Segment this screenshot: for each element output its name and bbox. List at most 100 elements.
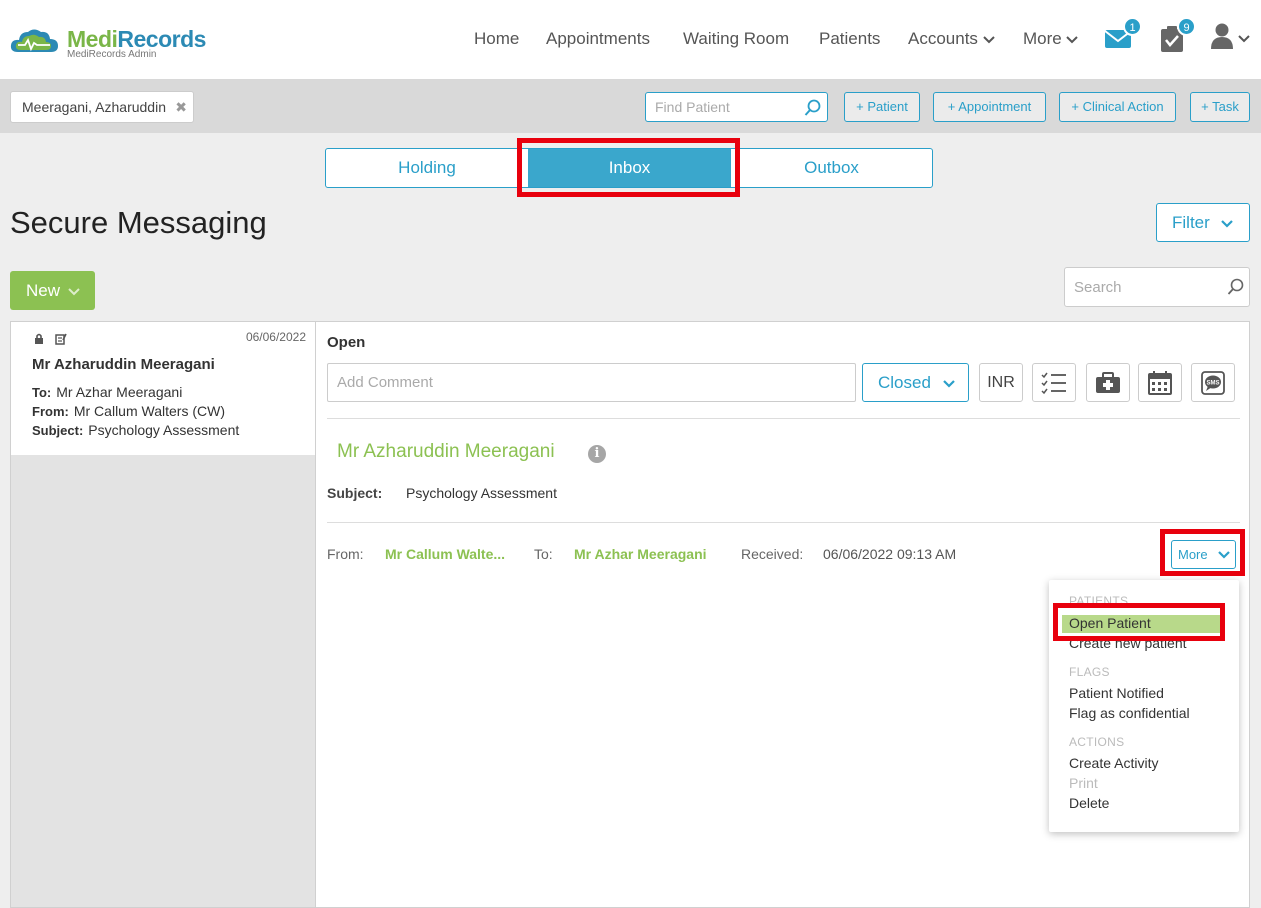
- message-more-button[interactable]: More: [1171, 540, 1236, 569]
- svg-text:SMS: SMS: [1206, 381, 1219, 387]
- nav-more-label: More: [1023, 29, 1062, 48]
- detail-to-label: To:: [534, 546, 553, 562]
- cloud-logo-icon: [10, 29, 58, 52]
- top-navbar: MediRecords MediRecords Admin Home Appoi…: [0, 0, 1261, 80]
- message-date: 06/06/2022: [245, 330, 306, 344]
- detail-received-label: Received:: [741, 546, 804, 562]
- to-value: Mr Azhar Meeragani: [56, 384, 183, 400]
- message-list-item[interactable]: 06/06/2022 Mr Azharuddin Meeragani To: Mr…: [11, 322, 316, 455]
- user-menu-button[interactable]: [1210, 22, 1252, 52]
- nav-patients[interactable]: Patients: [819, 29, 880, 49]
- inr-button[interactable]: INR: [979, 363, 1023, 402]
- chevron-down-icon: [942, 380, 955, 388]
- chevron-down-icon: [1220, 220, 1233, 228]
- calendar-button[interactable]: [1138, 363, 1182, 402]
- nav-accounts[interactable]: Accounts: [908, 29, 995, 49]
- open-patient-tab-label: Meeragani, Azharuddin: [22, 99, 166, 115]
- detail-from-label: From:: [327, 546, 364, 562]
- detail-subject-value: Psychology Assessment: [406, 485, 557, 501]
- brand-subtitle: MediRecords Admin: [67, 49, 157, 60]
- tab-holding[interactable]: Holding: [326, 149, 528, 187]
- checklist-icon: [1041, 372, 1066, 395]
- detail-from-value[interactable]: Mr Callum Walte...: [385, 546, 505, 562]
- chevron-down-icon: [982, 36, 995, 44]
- message-from-line: From: Mr Callum Walters (CW): [32, 403, 225, 419]
- filter-button[interactable]: Filter: [1156, 203, 1250, 242]
- medical-kit-button[interactable]: [1086, 363, 1130, 402]
- closed-status-button[interactable]: Closed: [862, 363, 969, 402]
- find-patient-placeholder: Find Patient: [655, 99, 730, 115]
- lock-icon: [35, 333, 43, 344]
- add-task-button[interactable]: + Task: [1190, 92, 1250, 122]
- checklist-button[interactable]: [1032, 363, 1076, 402]
- detail-divider: [327, 522, 1240, 523]
- menu-patient-notified[interactable]: Patient Notified: [1069, 685, 1164, 701]
- find-patient-input[interactable]: Find Patient: [645, 92, 828, 122]
- nav-appointments[interactable]: Appointments: [546, 29, 650, 49]
- subject-label: Subject:: [32, 423, 84, 438]
- chevron-down-icon: [1238, 35, 1250, 43]
- chevron-down-icon: [68, 288, 80, 296]
- more-label: More: [1178, 547, 1208, 562]
- tasks-nav-button[interactable]: 9: [1158, 17, 1196, 52]
- closed-label: Closed: [878, 373, 931, 392]
- medical-kit-icon: [1096, 372, 1120, 393]
- message-folder-tabs: Holding Inbox Outbox: [325, 148, 933, 188]
- add-clinical-action-button[interactable]: + Clinical Action: [1059, 92, 1176, 122]
- detail-received-value: 06/06/2022 09:13 AM: [823, 546, 957, 562]
- message-to-line: To: Mr Azhar Meeragani: [32, 384, 182, 400]
- new-label: New: [26, 281, 61, 300]
- mail-count-badge: 1: [1123, 17, 1142, 36]
- menu-create-new-patient[interactable]: Create new patient: [1069, 635, 1187, 651]
- to-label: To:: [32, 385, 52, 400]
- more-dropdown-menu: PATIENTS Open Patient Create new patient…: [1049, 580, 1239, 832]
- nav-waiting-room[interactable]: Waiting Room: [683, 29, 789, 49]
- menu-create-activity[interactable]: Create Activity: [1069, 755, 1158, 771]
- tab-outbox[interactable]: Outbox: [731, 149, 932, 187]
- menu-header-patients: PATIENTS: [1069, 594, 1129, 608]
- new-message-button[interactable]: New: [10, 271, 95, 310]
- message-list: 06/06/2022 Mr Azharuddin Meeragani To: Mr…: [10, 321, 316, 908]
- search-placeholder: Search: [1074, 279, 1122, 296]
- nav-accounts-label: Accounts: [908, 29, 978, 48]
- patient-action-bar: Meeragani, Azharuddin ✖ Find Patient + P…: [0, 80, 1261, 133]
- tasks-count-badge: 9: [1177, 17, 1196, 36]
- detail-divider: [327, 418, 1240, 419]
- from-value: Mr Callum Walters (CW): [73, 403, 225, 419]
- message-subject-line: Subject: Psychology Assessment: [32, 422, 239, 438]
- menu-print: Print: [1069, 775, 1098, 791]
- page-title: Secure Messaging: [10, 205, 267, 240]
- add-patient-button[interactable]: + Patient: [844, 92, 920, 122]
- search-icon[interactable]: [1227, 278, 1245, 296]
- menu-flag-confidential[interactable]: Flag as confidential: [1069, 705, 1190, 721]
- message-status: Open: [327, 334, 366, 351]
- chevron-down-icon: [1218, 551, 1231, 559]
- detail-to-value[interactable]: Mr Azhar Meeragani: [574, 546, 707, 562]
- menu-delete[interactable]: Delete: [1069, 795, 1109, 811]
- message-sender-name[interactable]: Mr Azharuddin Meeragani: [337, 441, 555, 463]
- from-label: From:: [32, 404, 69, 419]
- nav-more[interactable]: More: [1023, 29, 1079, 49]
- sms-button[interactable]: SMS: [1191, 363, 1235, 402]
- menu-open-patient[interactable]: Open Patient: [1062, 615, 1225, 633]
- message-search-input[interactable]: Search: [1064, 267, 1250, 307]
- add-comment-placeholder: Add Comment: [337, 374, 433, 391]
- search-icon[interactable]: [804, 99, 822, 117]
- user-icon: [1211, 23, 1233, 49]
- calendar-icon: [1148, 371, 1172, 395]
- nav-home[interactable]: Home: [474, 29, 519, 49]
- menu-header-actions: ACTIONS: [1069, 735, 1125, 749]
- message-status-icons: [33, 332, 68, 350]
- close-icon[interactable]: ✖: [175, 99, 187, 116]
- filter-label: Filter: [1172, 213, 1210, 232]
- info-icon[interactable]: i: [588, 445, 606, 463]
- tab-inbox[interactable]: Inbox: [528, 149, 731, 187]
- chevron-down-icon: [1066, 36, 1079, 44]
- menu-header-flags: FLAGS: [1069, 665, 1110, 679]
- add-appointment-button[interactable]: + Appointment: [933, 92, 1046, 122]
- message-patient-name: Mr Azharuddin Meeragani: [32, 356, 215, 373]
- medirecords-logo[interactable]: MediRecords MediRecords Admin: [10, 22, 230, 66]
- add-comment-input[interactable]: Add Comment: [327, 363, 856, 402]
- open-patient-tab[interactable]: Meeragani, Azharuddin ✖: [10, 91, 194, 123]
- messages-nav-button[interactable]: 1: [1104, 17, 1142, 52]
